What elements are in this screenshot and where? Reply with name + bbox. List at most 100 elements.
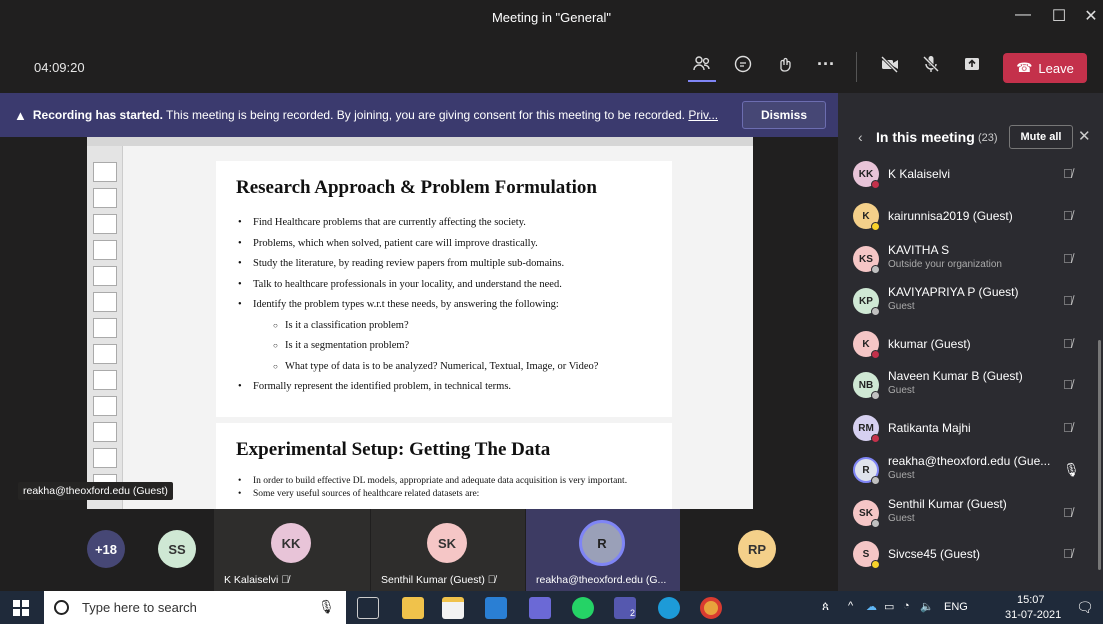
recording-banner: ▲ Recording has started. This meeting is… — [0, 93, 838, 137]
microphone-muted-icon[interactable]: 🎙̸ — [1063, 293, 1073, 308]
volume-icon[interactable]: 🔈 — [920, 600, 934, 613]
slide-bullet: Is it a segmentation problem? — [236, 336, 672, 357]
banner-message: This meeting is being recorded. By joini… — [162, 108, 685, 122]
slide-bullet: Some very useful sources of healthcare r… — [236, 488, 672, 501]
participants-panel: ‹ In this meeting (23) Mute all ✕ KK K Ka… — [838, 93, 1103, 591]
microphone-on-icon[interactable]: 🎙 — [1063, 462, 1080, 478]
language-indicator[interactable]: ENG — [944, 601, 968, 613]
microphone-muted-icon[interactable]: 🎙̸ — [1063, 420, 1073, 435]
tile-name: reakha@theoxford.edu (G... — [536, 574, 667, 586]
microphone-muted-icon[interactable]: 🎙̸ — [1063, 251, 1073, 266]
microphone-muted-icon[interactable]: 🎙̸ — [1063, 505, 1073, 520]
participant-row[interactable]: NB Naveen Kumar B (Guest) Guest 🎙̸ — [838, 364, 1103, 406]
avatar-rp: RP — [738, 530, 776, 568]
close-panel-icon[interactable]: ✕ — [1078, 127, 1091, 145]
page-thumbnail — [93, 266, 117, 286]
file-explorer-icon[interactable] — [402, 597, 424, 619]
participant-row[interactable]: Kkkumar (Guest) 🎙̸ — [838, 323, 1103, 365]
avatar: SK — [427, 523, 467, 563]
presence-status-dot — [871, 560, 880, 569]
microphone-muted-icon[interactable]: 🎙̸ — [1063, 166, 1073, 181]
close-window-button[interactable]: ✕ — [1078, 6, 1103, 26]
microphone-muted-icon[interactable]: 🎙̸ — [1063, 377, 1073, 392]
reactions-icon[interactable] — [773, 54, 797, 78]
avatar-ss: SS — [158, 530, 196, 568]
visual-studio-icon[interactable] — [529, 597, 551, 619]
maximize-button[interactable]: ☐ — [1046, 6, 1072, 26]
panel-scrollbar[interactable] — [1098, 340, 1101, 570]
participant-tile[interactable]: KK K Kalaiselvi 🎙̸ — [214, 509, 370, 591]
slide-research-approach: Research Approach & Problem Formulation … — [216, 161, 672, 417]
edge-icon[interactable] — [658, 597, 680, 619]
chrome-icon[interactable] — [700, 597, 722, 619]
more-participants-button[interactable]: +18 — [87, 530, 125, 568]
participant-name: Ratikanta Majhi — [888, 421, 971, 435]
taskbar-search[interactable]: Type here to search 🎙 — [44, 591, 346, 624]
page-thumbnail — [93, 318, 117, 338]
phone-hangup-icon: ☎ — [1016, 60, 1033, 75]
participant-row[interactable]: SK Senthil Kumar (Guest) Guest 🎙̸ — [838, 492, 1103, 534]
camera-off-icon[interactable] — [878, 54, 902, 78]
participant-name: kkumar (Guest) — [888, 337, 971, 351]
page-thumbnail — [93, 162, 117, 182]
chat-icon[interactable] — [731, 54, 755, 78]
participant-tile[interactable]: SK Senthil Kumar (Guest) 🎙̸ — [371, 509, 525, 591]
tray-chevron-icon[interactable]: ^ — [848, 600, 853, 612]
meeting-toolbar: 04:09:20 ··· ☎ Leave — [0, 36, 1103, 93]
notifications-icon[interactable]: 🗨 — [1076, 599, 1094, 616]
battery-icon[interactable]: ▭ — [884, 600, 894, 613]
participant-name: KAVITHA S — [888, 243, 950, 257]
microphone-muted-icon[interactable]: 🎙̸ — [1063, 208, 1073, 223]
microphone-muted-icon[interactable]: 🎙̸ — [1063, 546, 1073, 561]
teams-badge: 2 — [629, 608, 635, 618]
back-chevron-icon[interactable]: ‹ — [858, 129, 863, 145]
privacy-link[interactable]: Priv... — [688, 108, 718, 122]
dismiss-button[interactable]: Dismiss — [742, 101, 826, 129]
participant-row[interactable]: S Sivcse45 (Guest) 🎙̸ — [838, 533, 1103, 575]
participant-row[interactable]: Rreakha@theoxford.edu (Gue... Guest 🎙 — [838, 449, 1103, 491]
participant-subtitle: Outside your organization — [888, 259, 1002, 270]
more-actions-icon[interactable]: ··· — [814, 54, 838, 78]
whatsapp-icon[interactable] — [572, 597, 594, 619]
slide-title: Research Approach & Problem Formulation — [236, 177, 597, 198]
leave-button[interactable]: ☎ Leave — [1003, 53, 1087, 83]
search-placeholder: Type here to search — [82, 600, 197, 615]
onedrive-icon[interactable]: ☁ — [866, 600, 877, 613]
warning-icon: ▲ — [14, 107, 27, 123]
toolbar-divider — [856, 52, 857, 82]
leave-label: Leave — [1038, 60, 1074, 76]
microphone-off-icon[interactable] — [919, 54, 943, 78]
mute-all-button[interactable]: Mute all — [1009, 125, 1073, 149]
participant-name: K Kalaiselvi — [888, 167, 951, 181]
participant-name: kairunnisa2019 (Guest) — [888, 209, 1013, 223]
participant-row[interactable]: Kkairunnisa2019 (Guest) 🎙̸ — [838, 195, 1103, 237]
microphone-icon[interactable]: 🎙 — [318, 599, 335, 615]
participant-row[interactable]: KS KAVITHA S Outside your organization 🎙̸ — [838, 238, 1103, 280]
slide-bullets: In order to build effective DL models, a… — [236, 475, 672, 501]
page-thumbnail — [93, 240, 117, 260]
page-thumbnail — [93, 344, 117, 364]
task-view-icon[interactable] — [357, 597, 379, 619]
store-icon[interactable] — [442, 597, 464, 619]
clock-date[interactable]: 31-07-2021 — [1005, 609, 1061, 621]
windows-start-icon[interactable] — [13, 600, 29, 616]
presence-status-dot — [871, 180, 880, 189]
banner-bold: Recording has started. — [32, 108, 163, 122]
presence-status-dot — [871, 222, 880, 231]
clock-time[interactable]: 15:07 — [1017, 594, 1045, 606]
mail-icon[interactable] — [485, 597, 507, 619]
wifi-icon[interactable]: ◔ — [903, 600, 910, 612]
page-thumbnail — [93, 396, 117, 416]
participants-icon[interactable] — [690, 54, 714, 78]
search-circle-icon — [54, 600, 69, 615]
participant-tile-speaking[interactable]: R reakha@theoxford.edu (G... — [526, 509, 680, 591]
share-screen-icon[interactable] — [960, 54, 984, 78]
minimize-button[interactable]: — — [1010, 6, 1036, 24]
page-thumbnail — [93, 448, 117, 468]
participant-row[interactable]: KP KAVIYAPRIYA P (Guest) Guest 🎙̸ — [838, 280, 1103, 322]
microphone-muted-icon[interactable]: 🎙̸ — [1063, 336, 1073, 351]
teams-icon[interactable]: 2 — [614, 597, 636, 619]
participant-row[interactable]: KK K Kalaiselvi 🎙̸ — [838, 153, 1103, 195]
participant-row[interactable]: RM Ratikanta Majhi 🎙̸ — [838, 407, 1103, 449]
people-icon[interactable]: ጰ — [822, 599, 829, 614]
